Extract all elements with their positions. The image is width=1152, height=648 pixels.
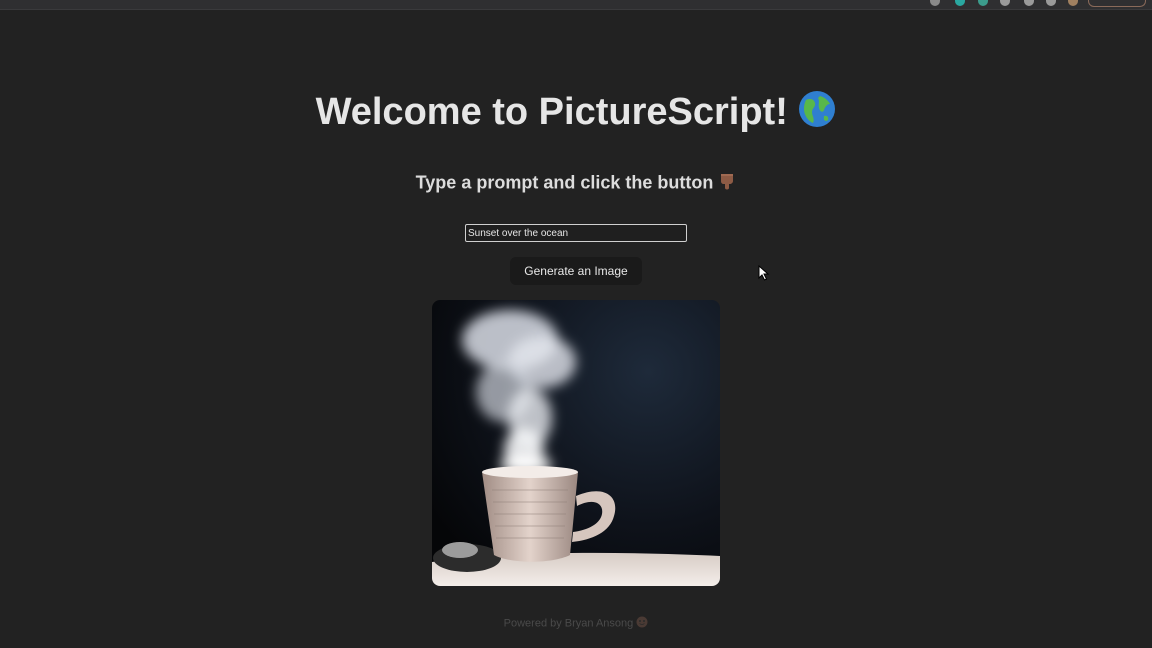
extension-icon[interactable] xyxy=(1046,0,1056,6)
pointing-down-hand-icon xyxy=(718,172,736,195)
page: Welcome to PictureScript! Type a prompt … xyxy=(0,10,1152,648)
page-title-text: Welcome to PictureScript! xyxy=(315,91,788,134)
extension-icon[interactable] xyxy=(1000,0,1010,6)
mouse-cursor-icon xyxy=(758,264,770,286)
footer-text: Powered by Bryan Ansong xyxy=(503,617,634,630)
face-emoji-icon xyxy=(636,616,648,631)
avatar[interactable] xyxy=(1068,0,1078,6)
footer: Powered by Bryan Ansong xyxy=(0,616,1152,631)
page-subtitle: Type a prompt and click the button xyxy=(0,172,1152,195)
extension-icon[interactable] xyxy=(1024,0,1034,6)
profile-button[interactable] xyxy=(1088,0,1146,7)
extension-icon[interactable] xyxy=(978,0,988,6)
generated-image xyxy=(432,300,720,586)
generate-image-button[interactable]: Generate an Image xyxy=(510,257,642,285)
page-title: Welcome to PictureScript! xyxy=(0,90,1152,138)
extension-icon[interactable] xyxy=(930,0,940,6)
globe-icon xyxy=(798,90,836,138)
browser-top-bar xyxy=(0,0,1152,10)
extension-icon[interactable] xyxy=(955,0,965,6)
page-subtitle-text: Type a prompt and click the button xyxy=(415,172,714,193)
prompt-input[interactable] xyxy=(465,224,687,242)
